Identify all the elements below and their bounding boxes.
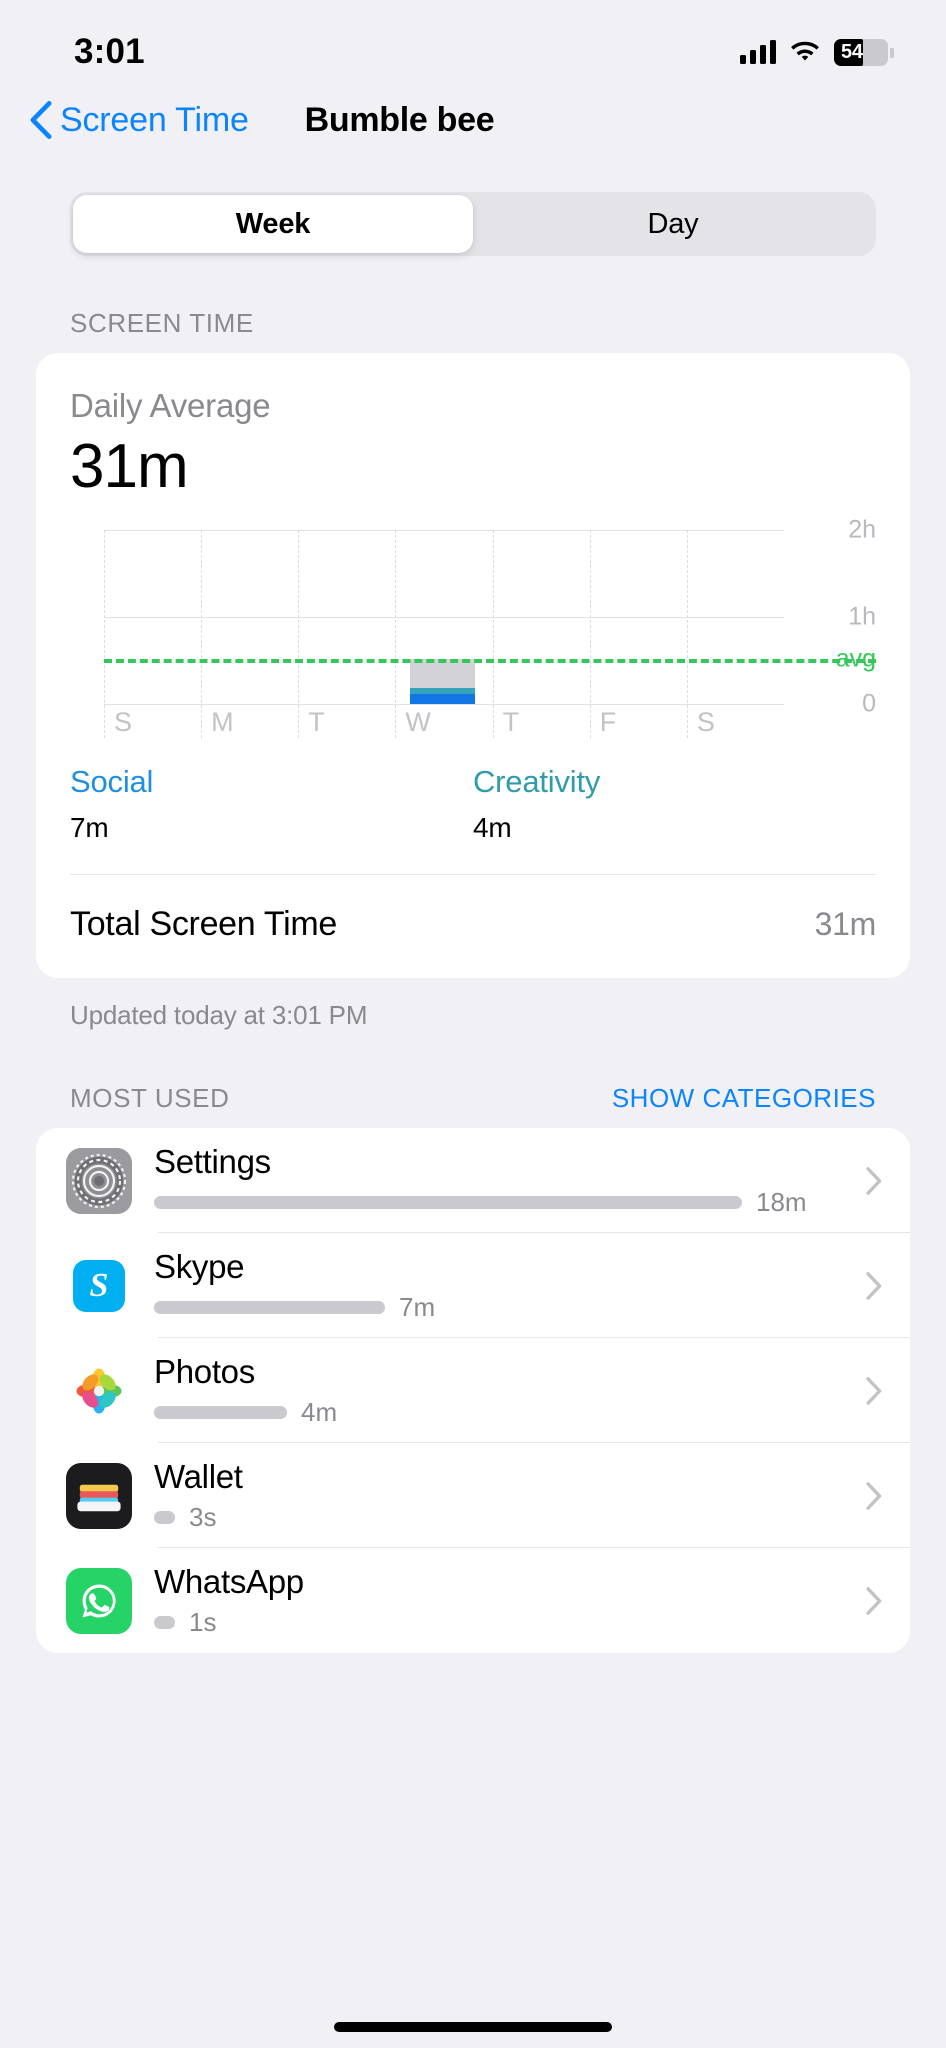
back-button[interactable]: Screen Time [30,101,249,140]
chart-x-label: T [308,707,325,738]
chart-bar-segment-social [409,694,475,705]
daily-average-label: Daily Average [70,387,271,424]
wifi-icon [791,41,819,60]
show-categories-button[interactable]: SHOW CATEGORIES [612,1083,876,1114]
app-name: Photos [154,1353,255,1391]
app-usage-bar [154,1406,287,1420]
segment-week[interactable]: Week [73,195,473,253]
app-usage-time: 3s [189,1502,217,1533]
app-usage-meter: 18m [154,1187,854,1218]
home-indicator [334,2022,612,2032]
total-screen-time-value: 31m [814,906,877,943]
wallet-icon [66,1462,132,1529]
chevron-right-icon [866,1481,882,1510]
legend-social-name: Social [70,764,154,800]
total-screen-time-label: Total Screen Time [70,905,338,944]
app-row-body: Photos 4m [154,1338,854,1443]
daily-average-value: 31m [70,432,189,501]
chevron-right-icon [866,1271,882,1300]
chart-x-axis-labels: SMTWTFS [104,707,784,738]
settings-icon [66,1147,132,1214]
chart-x-label: S [696,707,715,738]
app-usage-meter: 3s [154,1502,854,1533]
updated-timestamp: Updated today at 3:01 PM [70,1000,368,1031]
chart-gridline [104,704,784,706]
legend-creativity-name: Creativity [473,764,601,800]
status-bar-time: 3:01 [74,32,145,71]
app-name: Settings [154,1143,271,1181]
app-usage-bar [154,1616,175,1630]
app-usage-time: 1s [189,1607,217,1638]
screen-time-card: Daily Average 31m 2h 1h 0 avg S M T W T F S Socia… [36,353,910,979]
chevron-left-icon [30,101,52,139]
status-bar-indicators: 54 [740,38,894,66]
app-usage-time: 18m [756,1187,807,1218]
app-usage-time: 4m [301,1397,338,1428]
status-bar: 3:01 54 [0,0,946,78]
photos-icon [66,1357,132,1424]
chart-x-label: F [599,707,617,738]
app-usage-meter: 4m [154,1397,854,1428]
chart-x-label: W [405,707,431,738]
app-row-body: Wallet 3s [154,1443,854,1548]
app-name: Skype [154,1248,245,1286]
app-usage-row[interactable]: WhatsApp 1s [36,1548,910,1653]
chevron-right-icon [866,1166,882,1195]
chevron-right-icon [866,1586,882,1615]
legend-social-value: 7m [70,812,109,844]
chart-y-axis-label: 1h [848,602,876,631]
battery-icon: 54 [834,38,894,66]
chart-bar[interactable] [409,659,475,705]
most-used-header-label: MOST USED [70,1083,230,1114]
period-selector-wrap: Week Day [0,162,946,256]
app-row-body: WhatsApp 1s [154,1548,854,1653]
app-name: Wallet [154,1458,243,1496]
chart-y-axis-label: 2h [848,515,876,544]
app-usage-bar [154,1511,175,1525]
chart-gridline [104,530,784,532]
app-usage-time: 7m [399,1292,436,1323]
chart-x-label: M [211,707,234,738]
chart-x-label: S [114,707,133,738]
chart-average-line [104,659,876,664]
app-row-body: Settings 18m [154,1128,854,1233]
navigation-bar: Screen Time Bumble bee [0,78,946,162]
app-usage-meter: 7m [154,1292,854,1323]
back-button-label: Screen Time [60,100,249,139]
chart-y-axis-label: 0 [862,689,876,718]
chevron-right-icon [866,1376,882,1405]
most-used-app-list: Settings 18m S Skype 7m Photos 4m Wallet… [36,1128,910,1654]
legend-item-social[interactable]: Social 7m [70,764,473,844]
app-usage-row[interactable]: S Skype 7m [36,1233,910,1339]
screen-time-section-header: SCREEN TIME [0,256,946,353]
daily-average-block: Daily Average 31m 2h 1h 0 avg S M T W T F S [36,353,910,739]
app-row-body: Skype 7m [154,1233,854,1338]
chart-average-label: avg [835,644,876,673]
weekly-usage-chart[interactable]: 2h 1h 0 avg S M T W T F S [70,516,876,739]
period-segmented-control[interactable]: Week Day [70,192,876,256]
app-name: WhatsApp [154,1563,304,1601]
app-usage-meter: 1s [154,1607,854,1638]
app-usage-row[interactable]: Settings 18m [36,1128,910,1234]
most-used-section-header: MOST USED SHOW CATEGORIES [0,1031,946,1128]
app-usage-bar [154,1196,742,1210]
total-screen-time-row: Total Screen Time 31m [36,875,910,978]
chart-legend: Social 7m Creativity 4m [36,738,910,844]
chart-x-label: T [502,707,520,738]
segment-day[interactable]: Day [473,195,873,253]
app-usage-row[interactable]: Photos 4m [36,1338,910,1444]
chart-gridline [104,617,784,619]
battery-level-label: 54 [841,40,863,63]
app-usage-bar [154,1301,385,1315]
chart-plot-area: 2h 1h 0 avg [104,516,876,739]
chart-bar-segment-other [409,659,475,689]
cellular-signal-icon [740,40,776,64]
screen-time-header-label: SCREEN TIME [70,308,254,338]
whatsapp-icon [66,1567,132,1634]
legend-creativity-value: 4m [473,812,512,844]
page-title: Bumble bee [304,100,495,139]
app-usage-row[interactable]: Wallet 3s [36,1443,910,1549]
legend-item-creativity[interactable]: Creativity 4m [473,764,876,844]
skype-icon: S [66,1252,132,1319]
